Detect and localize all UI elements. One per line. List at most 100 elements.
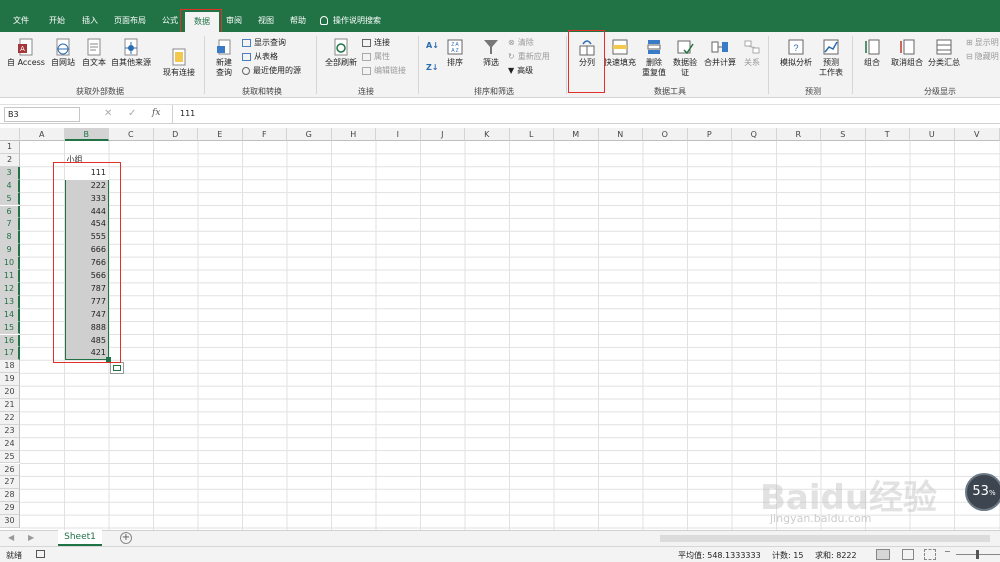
consolidate-button[interactable]: 合并计算 (702, 38, 738, 68)
row-header-27[interactable]: 27 (0, 476, 20, 490)
page-layout-view-icon[interactable] (902, 549, 914, 560)
column-header-c[interactable]: C (109, 128, 154, 141)
tab-file[interactable]: 文件 (6, 10, 36, 32)
column-header-f[interactable]: F (242, 128, 287, 141)
scroll-left-icon[interactable]: ◀ (8, 533, 14, 542)
from-other-sources-button[interactable]: 自其他来源 (110, 38, 152, 68)
zoom-out-icon[interactable]: − (944, 547, 951, 556)
new-query-button[interactable]: 新建 查询 (210, 38, 238, 78)
row-header-5[interactable]: 5 (0, 192, 20, 206)
name-box[interactable]: B3 (4, 107, 80, 122)
cancel-icon[interactable]: ✕ (104, 108, 112, 119)
row-header-18[interactable]: 18 (0, 360, 20, 374)
sort-az-icon[interactable]: A↓ (426, 40, 439, 52)
filter-button[interactable]: 筛选 (478, 38, 504, 68)
column-header-e[interactable]: E (198, 128, 243, 141)
from-web-button[interactable]: 自网站 (48, 38, 78, 68)
tab-home[interactable]: 开始 (42, 10, 72, 32)
row-header-22[interactable]: 22 (0, 411, 20, 425)
remove-duplicates-button[interactable]: 删除 重复值 (640, 38, 668, 78)
add-sheet-icon[interactable]: + (120, 532, 132, 544)
row-header-29[interactable]: 29 (0, 502, 20, 516)
column-header-q[interactable]: Q (732, 128, 777, 141)
group-button[interactable]: 组合 (858, 38, 886, 68)
flash-fill-button[interactable]: 快速填充 (602, 38, 638, 68)
row-header-2[interactable]: 2 (0, 153, 20, 167)
row-header-15[interactable]: 15 (0, 321, 20, 335)
column-header-g[interactable]: G (287, 128, 332, 141)
column-header-s[interactable]: S (821, 128, 866, 141)
quick-analysis-icon[interactable] (110, 362, 124, 375)
column-header-j[interactable]: J (420, 128, 465, 141)
row-header-28[interactable]: 28 (0, 489, 20, 503)
row-header-24[interactable]: 24 (0, 437, 20, 451)
show-detail-button[interactable]: ⊞ 显示明 (966, 37, 999, 49)
data-validation-button[interactable]: 数据验 证 (670, 38, 700, 78)
scroll-right-icon[interactable]: ▶ (28, 533, 34, 542)
row-header-10[interactable]: 10 (0, 257, 20, 270)
tab-help[interactable]: 帮助 (284, 10, 312, 32)
reapply-button[interactable]: ↻ 重新应用 (508, 51, 550, 63)
row-header-1[interactable]: 1 (0, 141, 20, 154)
insert-function-icon[interactable]: fx (152, 108, 160, 118)
row-header-19[interactable]: 19 (0, 373, 20, 387)
edit-links-button[interactable]: 编辑链接 (362, 65, 406, 77)
refresh-all-button[interactable]: 全部刷新 (322, 38, 360, 68)
select-all-corner[interactable] (0, 128, 20, 141)
row-header-23[interactable]: 23 (0, 424, 20, 438)
row-header-11[interactable]: 11 (0, 270, 20, 283)
column-header-m[interactable]: M (554, 128, 599, 141)
column-header-n[interactable]: N (598, 128, 643, 141)
sheet-tab-sheet1[interactable]: Sheet1 (58, 530, 102, 546)
zoom-slider-thumb[interactable] (976, 550, 979, 559)
row-header-20[interactable]: 20 (0, 386, 20, 399)
forecast-sheet-button[interactable]: 预测 工作表 (816, 38, 846, 78)
column-header-d[interactable]: D (153, 128, 198, 141)
from-table-button[interactable]: 从表格 (242, 51, 278, 63)
sort-button[interactable]: Z AA Z 排序 (442, 38, 468, 68)
relationships-button[interactable]: 关系 (740, 38, 764, 68)
tab-review[interactable]: 审阅 (220, 10, 248, 32)
existing-connections-button[interactable]: 现有连接 (160, 48, 198, 78)
column-header-a[interactable]: A (20, 128, 65, 141)
macro-record-icon[interactable] (36, 550, 45, 558)
what-if-analysis-button[interactable]: ? 模拟分析 (776, 38, 816, 68)
tab-view[interactable]: 视图 (252, 10, 280, 32)
column-header-o[interactable]: O (643, 128, 688, 141)
formula-input[interactable]: 111 (180, 109, 195, 118)
row-header-17[interactable]: 17 (0, 347, 20, 361)
recent-sources-button[interactable]: 最近使用的源 (242, 65, 301, 77)
column-header-r[interactable]: R (776, 128, 821, 141)
row-header-25[interactable]: 25 (0, 450, 20, 464)
tab-page-layout[interactable]: 页面布局 (108, 10, 152, 32)
column-header-h[interactable]: H (331, 128, 376, 141)
column-header-i[interactable]: I (376, 128, 421, 141)
connections-button[interactable]: 连接 (362, 37, 390, 49)
row-header-8[interactable]: 8 (0, 231, 20, 245)
row-header-16[interactable]: 16 (0, 334, 20, 348)
enter-icon[interactable]: ✓ (128, 108, 136, 119)
normal-view-icon[interactable] (876, 549, 890, 560)
row-header-26[interactable]: 26 (0, 463, 20, 477)
clear-filter-button[interactable]: ⊗ 清除 (508, 37, 534, 49)
tell-me-search[interactable]: 操作说明搜索 (320, 10, 400, 32)
column-header-u[interactable]: U (910, 128, 955, 141)
column-header-v[interactable]: V (954, 128, 1000, 141)
row-header-9[interactable]: 9 (0, 244, 20, 258)
horizontal-scrollbar[interactable] (660, 535, 990, 542)
row-header-12[interactable]: 12 (0, 282, 20, 296)
column-header-t[interactable]: T (865, 128, 910, 141)
tab-insert[interactable]: 插入 (76, 10, 104, 32)
column-header-b[interactable]: B (64, 128, 109, 141)
subtotal-button[interactable]: 分类汇总 (926, 38, 962, 68)
row-header-6[interactable]: 6 (0, 205, 20, 219)
row-header-7[interactable]: 7 (0, 218, 20, 232)
row-header-30[interactable]: 30 (0, 515, 20, 528)
row-header-21[interactable]: 21 (0, 399, 20, 412)
ungroup-button[interactable]: 取消组合 (888, 38, 926, 68)
column-header-p[interactable]: P (687, 128, 732, 141)
column-header-k[interactable]: K (465, 128, 510, 141)
row-header-3[interactable]: 3 (0, 166, 20, 180)
hide-detail-button[interactable]: ⊟ 隐藏明 (966, 51, 999, 63)
from-text-button[interactable]: 自文本 (80, 38, 108, 68)
